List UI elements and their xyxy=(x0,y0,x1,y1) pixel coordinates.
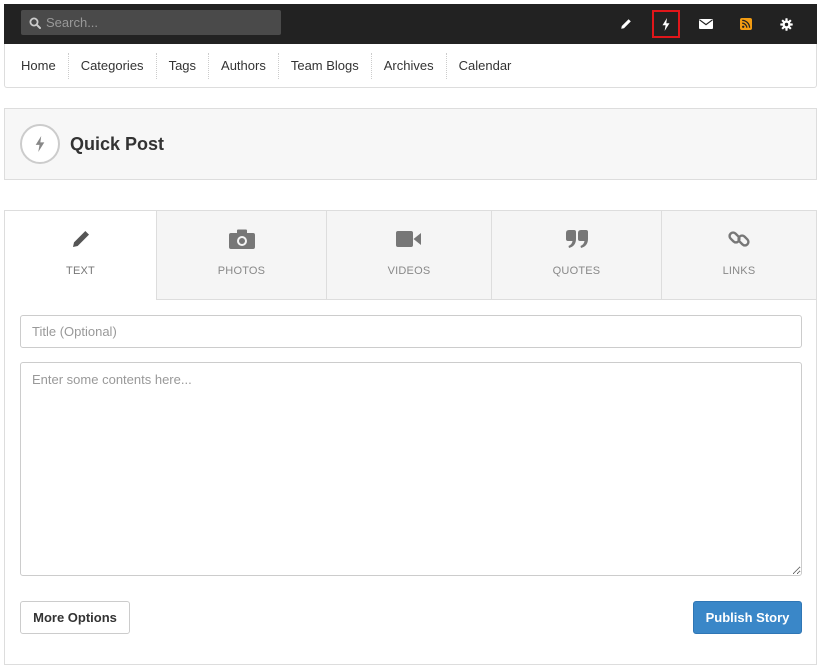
nav-item-archives[interactable]: Archives xyxy=(372,52,447,79)
post-type-tabs: TEXT PHOTOS VIDEOS QUOTES LINKS xyxy=(5,211,816,300)
quick-post-header: Quick Post xyxy=(4,108,817,180)
publish-story-button[interactable]: Publish Story xyxy=(693,601,802,634)
tab-quotes[interactable]: QUOTES xyxy=(491,211,661,300)
search-input[interactable] xyxy=(46,15,266,30)
tab-label: TEXT xyxy=(66,265,95,277)
write-post-button[interactable] xyxy=(612,10,640,38)
rss-icon xyxy=(740,18,752,30)
bolt-icon xyxy=(35,136,45,152)
page-title: Quick Post xyxy=(70,133,165,154)
tab-label: PHOTOS xyxy=(217,265,266,277)
post-composer: TEXT PHOTOS VIDEOS QUOTES LINKS Title (O… xyxy=(4,210,817,665)
more-options-button[interactable]: More Options xyxy=(20,601,130,634)
pencil-icon xyxy=(72,231,89,247)
main-nav: Home Categories Tags Authors Team Blogs … xyxy=(4,44,817,88)
tab-photos[interactable]: PHOTOS xyxy=(156,211,326,300)
nav-item-authors[interactable]: Authors xyxy=(209,52,279,79)
search-box[interactable] xyxy=(21,10,281,35)
rss-feed-button[interactable] xyxy=(732,10,760,38)
tab-text[interactable]: TEXT xyxy=(5,211,156,300)
bolt-icon xyxy=(662,17,670,31)
tab-label: LINKS xyxy=(722,265,756,277)
video-camera-icon xyxy=(396,231,421,247)
gear-icon xyxy=(779,17,793,31)
messages-button[interactable] xyxy=(692,10,720,38)
quick-post-button[interactable] xyxy=(652,10,680,38)
tab-videos[interactable]: VIDEOS xyxy=(326,211,491,300)
link-icon xyxy=(728,231,750,247)
nav-item-calendar[interactable]: Calendar xyxy=(447,53,524,79)
search-icon xyxy=(29,17,41,29)
quick-post-badge xyxy=(20,124,60,164)
envelope-icon xyxy=(699,19,713,29)
tab-label: QUOTES xyxy=(552,265,601,277)
tab-links[interactable]: LINKS xyxy=(661,211,816,300)
camera-icon xyxy=(228,229,255,249)
top-toolbar xyxy=(4,4,817,44)
nav-item-team-blogs[interactable]: Team Blogs xyxy=(279,52,372,79)
post-content-textarea[interactable] xyxy=(20,362,802,576)
nav-item-tags[interactable]: Tags xyxy=(157,52,210,79)
nav-item-home[interactable]: Home xyxy=(9,52,69,79)
quote-icon xyxy=(565,230,588,248)
pencil-icon xyxy=(621,19,631,29)
nav-item-categories[interactable]: Categories xyxy=(69,52,157,79)
tab-label: VIDEOS xyxy=(387,265,431,277)
post-title-input[interactable] xyxy=(20,315,802,348)
settings-button[interactable] xyxy=(772,10,800,38)
